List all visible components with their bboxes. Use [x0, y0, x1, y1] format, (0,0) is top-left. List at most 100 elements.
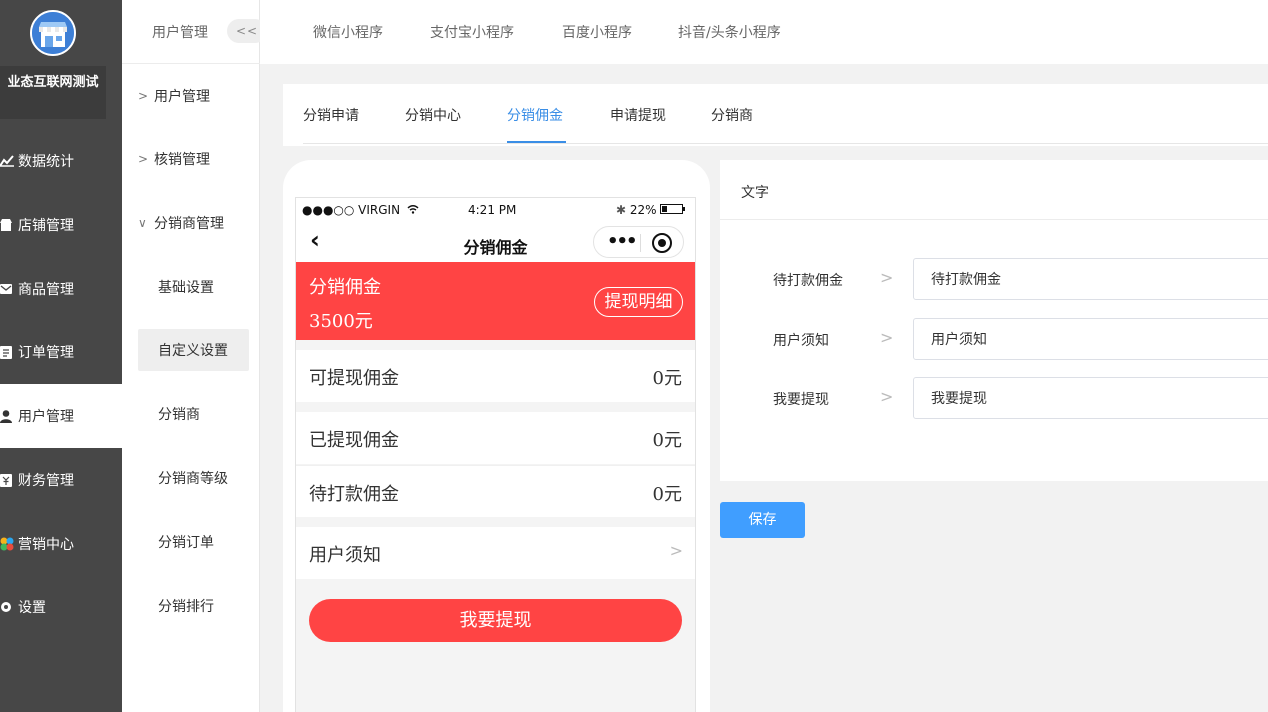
tab-alipay-miniprogram[interactable]: 支付宝小程序 [430, 22, 514, 42]
subnav-item-basic-settings[interactable]: 基础设置 [138, 266, 249, 308]
sidebar-item-store[interactable]: 店铺管理 [0, 193, 122, 257]
sidebar-item-label: 店铺管理 [18, 218, 74, 234]
subnav-item-distributors[interactable]: 分销商 [138, 393, 249, 435]
withdraw-text-input[interactable] [913, 377, 1268, 419]
save-button[interactable]: 保存 [720, 502, 805, 538]
chevron-right-icon: > [880, 387, 894, 406]
subnav-item-distribution-ranking[interactable]: 分销排行 [138, 585, 249, 627]
chevron-right-icon: > [138, 152, 149, 166]
field-withdraw: 我要提现 > [720, 377, 1268, 419]
row-value: 0元 [652, 430, 682, 451]
sidebar-item-orders[interactable]: 订单管理 [0, 320, 122, 384]
pending-commission-row: 待打款佣金 0元 [296, 465, 695, 517]
main-sidebar: 业态互联网测试 数据统计 店铺管理 商品管理 订单管理 用户管理 财务管理 营销… [0, 0, 122, 712]
sidebar-item-label: 商品管理 [18, 282, 74, 298]
chevron-down-icon: ∨ [138, 216, 147, 230]
field-label: 用户须知 [773, 333, 829, 349]
shop-logo[interactable] [30, 10, 76, 56]
capsule-divider [640, 234, 641, 252]
subnav-group-label: 核销管理 [154, 152, 210, 168]
tab-apply-withdraw[interactable]: 申请提现 [610, 105, 666, 125]
more-dots-icon[interactable]: ••• [607, 231, 637, 252]
field-label: 我要提现 [773, 392, 829, 408]
carrier-signal: ●●●○○ VIRGIN [302, 203, 419, 217]
subnav-item-label: 分销排行 [158, 599, 214, 615]
subnav-item-label: 分销商等级 [158, 471, 228, 487]
sidebar-item-label: 订单管理 [18, 345, 74, 361]
sidebar-item-label: 用户管理 [18, 409, 74, 425]
shop-name: 业态互联网测试 [0, 66, 106, 119]
user-icon [0, 409, 18, 423]
withdraw-details-button[interactable]: 提现明细 [594, 287, 683, 317]
subnav-item-label: 分销商 [158, 407, 200, 423]
tab-distribution-apply[interactable]: 分销申请 [303, 105, 359, 125]
battery-status: ✱ 22% [616, 203, 686, 217]
subnav-group-verification[interactable]: > 核销管理 [138, 138, 250, 180]
row-value: 0元 [652, 484, 682, 505]
field-user-notice: 用户须知 > [720, 318, 1268, 360]
subnav-item-distribution-orders[interactable]: 分销订单 [138, 521, 249, 563]
goods-icon [0, 282, 18, 296]
withdraw-button[interactable]: 我要提现 [309, 599, 682, 642]
sidebar-item-stats[interactable]: 数据统计 [0, 129, 122, 193]
sidebar-item-settings[interactable]: 设置 [0, 575, 122, 639]
marketing-icon [0, 537, 18, 551]
subnav-item-label: 基础设置 [158, 280, 214, 296]
user-notice-row[interactable]: 用户须知 > [296, 527, 695, 579]
store-icon [0, 218, 18, 232]
row-label: 用户须知 [309, 545, 381, 566]
phone-preview: ●●●○○ VIRGIN 4:21 PM ✱ 22% ‹ 分销佣金 ••• 分销… [283, 160, 710, 712]
subnav-group-label: 用户管理 [154, 89, 210, 105]
miniprogram-capsule: ••• [593, 226, 684, 258]
active-tab-indicator [507, 141, 566, 143]
phone-screen: ●●●○○ VIRGIN 4:21 PM ✱ 22% ‹ 分销佣金 ••• 分销… [295, 197, 696, 712]
text-settings-panel: 文字 待打款佣金 > 用户须知 > 我要提现 > [720, 160, 1268, 481]
user-notice-input[interactable] [913, 318, 1268, 360]
battery-icon [660, 204, 686, 214]
commission-amount: 3500元 [309, 311, 373, 332]
phone-status-bar: ●●●○○ VIRGIN 4:21 PM ✱ 22% [296, 198, 695, 220]
subnav-item-label: 自定义设置 [158, 343, 228, 359]
row-label: 可提现佣金 [309, 368, 399, 389]
row-label: 待打款佣金 [309, 484, 399, 505]
carrier-text: ●●●○○ VIRGIN [302, 203, 401, 217]
tab-distribution-center[interactable]: 分销中心 [405, 105, 461, 125]
panel-divider [720, 219, 1268, 220]
phone-nav-bar: ‹ 分销佣金 ••• [296, 220, 695, 262]
pending-commission-input[interactable] [913, 258, 1268, 300]
field-label: 待打款佣金 [773, 273, 843, 289]
chevron-right-icon: > [669, 541, 683, 560]
subnav-item-label: 分销订单 [158, 535, 214, 551]
subnav-group-user-management[interactable]: > 用户管理 [138, 75, 250, 117]
tab-distribution-commission[interactable]: 分销佣金 [507, 105, 563, 125]
subnav-item-distributor-levels[interactable]: 分销商等级 [138, 457, 249, 499]
subnav-item-custom-settings[interactable]: 自定义设置 [138, 329, 249, 371]
panel-title: 文字 [741, 185, 769, 201]
sidebar-item-finance[interactable]: 财务管理 [0, 448, 122, 512]
tab-douyin-miniprogram[interactable]: 抖音/头条小程序 [678, 22, 781, 42]
tab-distributors[interactable]: 分销商 [711, 105, 753, 125]
close-target-icon[interactable] [652, 233, 672, 253]
bluetooth-icon: ✱ [616, 203, 627, 217]
finance-icon [0, 473, 18, 487]
subnav-group-label: 分销商管理 [154, 216, 224, 232]
top-bar: 微信小程序 支付宝小程序 百度小程序 抖音/头条小程序 [260, 0, 1268, 64]
chevron-right-icon: > [880, 328, 894, 347]
sidebar-item-label: 财务管理 [18, 473, 74, 489]
sidebar-item-users[interactable]: 用户管理 [0, 384, 122, 448]
sidebar-item-label: 数据统计 [18, 154, 74, 170]
sidebar-item-goods[interactable]: 商品管理 [0, 257, 122, 321]
tab-baidu-miniprogram[interactable]: 百度小程序 [562, 22, 632, 42]
status-time: 4:21 PM [468, 203, 517, 217]
tab-wechat-miniprogram[interactable]: 微信小程序 [313, 22, 383, 42]
content-tabs-card: 分销申请 分销中心 分销佣金 申请提现 分销商 [283, 84, 1268, 146]
row-label: 已提现佣金 [309, 430, 399, 451]
field-pending-commission: 待打款佣金 > [720, 258, 1268, 300]
chart-line-icon [0, 154, 18, 168]
settings-icon [0, 600, 18, 614]
sidebar-item-marketing[interactable]: 营销中心 [0, 512, 122, 576]
commission-banner: 分销佣金 3500元 提现明细 [296, 262, 695, 340]
row-value: 0元 [652, 368, 682, 389]
chevron-right-icon: > [880, 268, 894, 287]
subnav-group-distributor[interactable]: ∨ 分销商管理 [138, 202, 250, 244]
